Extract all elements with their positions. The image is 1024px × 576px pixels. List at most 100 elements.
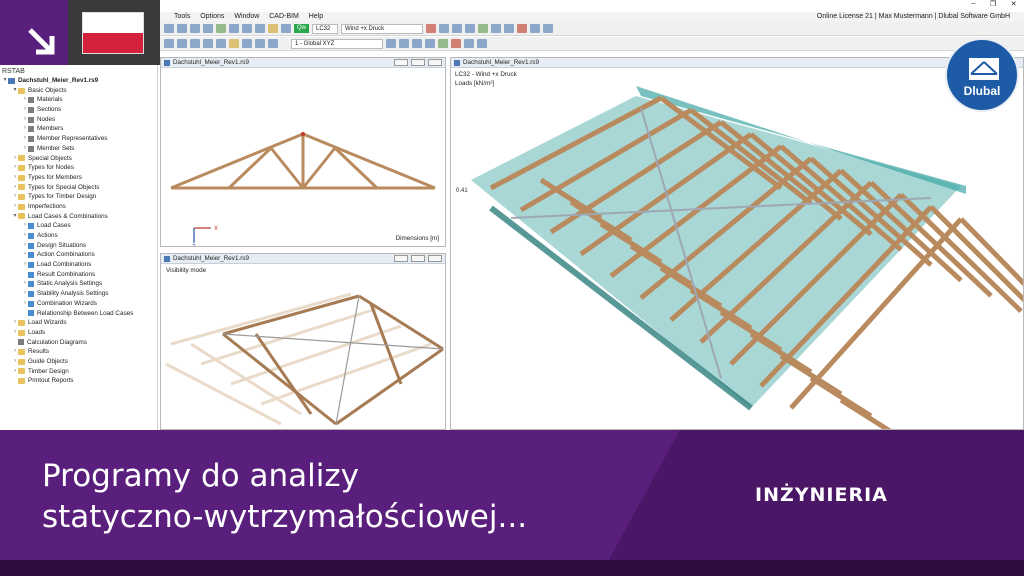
truss-visibility-drawing bbox=[165, 292, 444, 426]
copy-icon[interactable] bbox=[216, 39, 226, 48]
workplane-icon[interactable] bbox=[268, 39, 278, 48]
language-flag[interactable] bbox=[82, 12, 144, 54]
navigator-item[interactable]: › Nodes bbox=[2, 115, 157, 125]
navigator-item[interactable]: › Members bbox=[2, 124, 157, 134]
node-icon[interactable] bbox=[242, 24, 252, 33]
menu-options[interactable]: Options bbox=[200, 12, 224, 22]
table-icon[interactable] bbox=[530, 24, 540, 33]
grid-icon[interactable] bbox=[229, 24, 239, 33]
maximize-view-button[interactable] bbox=[411, 59, 425, 66]
view-title-bar: Dachstuhl_Meier_Rev1.rs9 bbox=[161, 58, 445, 68]
minimize-button[interactable]: – bbox=[971, 0, 975, 10]
navigator-item[interactable]: Result Combinations bbox=[2, 270, 157, 280]
navigator-item[interactable]: › Member Representatives bbox=[2, 134, 157, 144]
select-icon[interactable] bbox=[164, 39, 174, 48]
deformation-icon[interactable] bbox=[465, 24, 475, 33]
snap-icon[interactable] bbox=[229, 39, 239, 48]
navigator-item[interactable]: › Guide Objects bbox=[2, 357, 157, 367]
mirror-icon[interactable] bbox=[203, 39, 213, 48]
restore-button[interactable]: ❐ bbox=[990, 0, 996, 10]
render-icon[interactable] bbox=[438, 39, 448, 48]
navigator-item[interactable]: › Action Combinations bbox=[2, 250, 157, 260]
support-icon[interactable] bbox=[268, 24, 278, 33]
roof-truss-3d-drawing: 0.41 bbox=[456, 86, 1023, 429]
menu-window[interactable]: Window bbox=[234, 12, 259, 22]
load-case-type-badge: Qw bbox=[294, 24, 309, 33]
navigator-item[interactable]: Relationship Between Load Cases bbox=[2, 309, 157, 319]
front-view-icon[interactable] bbox=[399, 39, 409, 48]
navigator-item[interactable]: › Design Situations bbox=[2, 241, 157, 251]
navigator-item[interactable]: › Load Combinations bbox=[2, 260, 157, 270]
view-2-icon[interactable] bbox=[190, 24, 200, 33]
folder-icon bbox=[18, 378, 25, 385]
navigator-item[interactable]: › Types for Special Objects bbox=[2, 183, 157, 193]
side-view-icon[interactable] bbox=[412, 39, 422, 48]
move-icon[interactable] bbox=[177, 39, 187, 48]
navigator-item[interactable]: › Types for Members bbox=[2, 173, 157, 183]
navigator-item[interactable]: › Member Sets bbox=[2, 144, 157, 154]
load-case-id[interactable]: LC32 bbox=[312, 23, 338, 34]
measure-icon[interactable] bbox=[242, 39, 252, 48]
undo-icon[interactable] bbox=[164, 24, 174, 33]
zoom-icon[interactable] bbox=[464, 39, 474, 48]
menu-help[interactable]: Help bbox=[309, 12, 323, 22]
results-icon[interactable] bbox=[452, 24, 462, 33]
navigator-item[interactable]: Printout Reports bbox=[2, 376, 157, 386]
navigator-item[interactable]: › Timber Design bbox=[2, 367, 157, 377]
pan-icon[interactable] bbox=[477, 39, 487, 48]
navigator-item[interactable]: › Static Analysis Settings bbox=[2, 279, 157, 289]
lc-icon bbox=[28, 310, 34, 317]
navigator-item-label: Imperfections bbox=[28, 202, 66, 210]
navigator-item[interactable]: › Load Wizards bbox=[2, 318, 157, 328]
navigator-item[interactable]: › Special Objects bbox=[2, 154, 157, 164]
maximize-view-button[interactable] bbox=[411, 255, 425, 262]
view-1-icon[interactable] bbox=[177, 24, 187, 33]
iso-view-icon[interactable] bbox=[386, 39, 396, 48]
navigator-item[interactable]: › Types for Timber Design bbox=[2, 192, 157, 202]
minimize-view-button[interactable] bbox=[394, 59, 408, 66]
navigator-item[interactable]: › Results bbox=[2, 347, 157, 357]
navigator-item[interactable]: › Loads bbox=[2, 328, 157, 338]
display-icon[interactable] bbox=[491, 24, 501, 33]
top-view-icon[interactable] bbox=[425, 39, 435, 48]
load-icon[interactable] bbox=[281, 24, 291, 33]
menu-cad-bim[interactable]: CAD-BIM bbox=[269, 12, 299, 22]
obj-icon bbox=[28, 145, 34, 152]
coordinate-system-selector[interactable]: 1 - Global XYZ bbox=[291, 38, 383, 49]
navigator-item[interactable]: › Materials bbox=[2, 95, 157, 105]
print-icon[interactable] bbox=[543, 24, 553, 33]
animation-icon[interactable] bbox=[504, 24, 514, 33]
view-window-3d-loads[interactable]: Dachstuhl_Meier_Rev1.rs9 LC32 - Wind +x … bbox=[450, 57, 1024, 430]
calculate-icon[interactable] bbox=[439, 24, 449, 33]
close-button[interactable]: ✕ bbox=[1011, 0, 1017, 10]
navigator-item[interactable]: › Imperfections bbox=[2, 202, 157, 212]
member-icon[interactable] bbox=[255, 24, 265, 33]
navigator-item[interactable]: › Load Cases bbox=[2, 221, 157, 231]
navigator-item[interactable]: ▾ Load Cases & Combinations bbox=[2, 212, 157, 222]
close-view-button[interactable] bbox=[428, 59, 442, 66]
navigator-item[interactable]: › Actions bbox=[2, 231, 157, 241]
design-icon[interactable] bbox=[478, 24, 488, 33]
load-case-selector[interactable]: Wind +x Druck bbox=[341, 23, 423, 34]
navigator-item[interactable]: ▾ Dachstuhl_Meier_Rev1.rs9 bbox=[2, 76, 157, 86]
menu-tools[interactable]: Tools bbox=[174, 12, 190, 22]
clipping-icon[interactable] bbox=[451, 39, 461, 48]
delete-icon[interactable] bbox=[426, 24, 436, 33]
navigator-item[interactable]: › Stability Analysis Settings bbox=[2, 289, 157, 299]
lc-icon bbox=[28, 271, 34, 278]
model-icon[interactable] bbox=[216, 24, 226, 33]
view-window-truss-2d[interactable]: Dachstuhl_Meier_Rev1.rs9 X Z Dimensions … bbox=[160, 57, 446, 247]
close-view-button[interactable] bbox=[428, 255, 442, 262]
navigator-item-label: Sections bbox=[37, 106, 62, 114]
navigator-item[interactable]: ▾ Basic Objects bbox=[2, 86, 157, 96]
navigator-item[interactable]: › Combination Wizards bbox=[2, 299, 157, 309]
section-icon[interactable] bbox=[255, 39, 265, 48]
navigator-item[interactable]: › Types for Nodes bbox=[2, 163, 157, 173]
filter-icon[interactable] bbox=[517, 24, 527, 33]
rotate-icon[interactable] bbox=[190, 39, 200, 48]
navigator-item[interactable]: Calculation Diagrams bbox=[2, 338, 157, 348]
view-3-icon[interactable] bbox=[203, 24, 213, 33]
minimize-view-button[interactable] bbox=[394, 255, 408, 262]
navigator-item[interactable]: › Sections bbox=[2, 105, 157, 115]
view-window-visibility[interactable]: Dachstuhl_Meier_Rev1.rs9 Visibility mode bbox=[160, 253, 446, 430]
